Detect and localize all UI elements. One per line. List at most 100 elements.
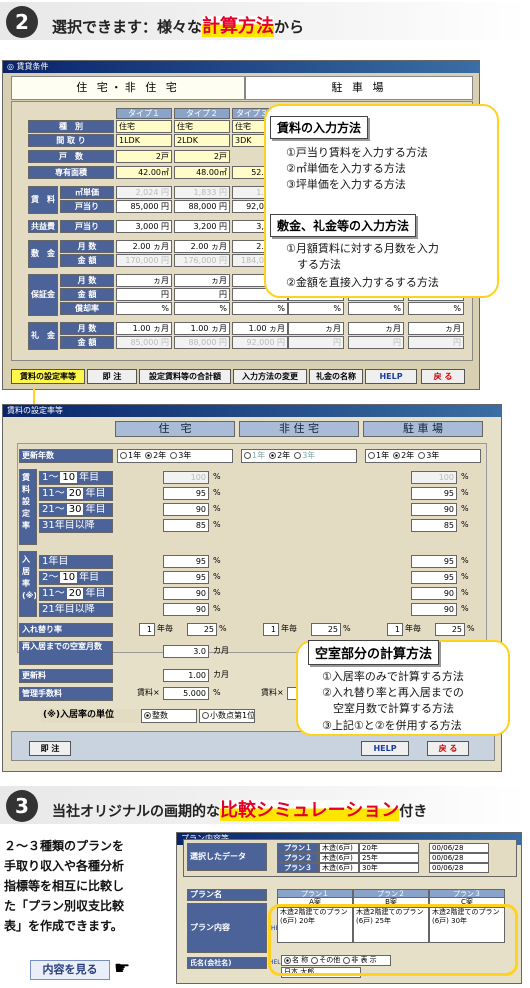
button-total[interactable]: 設定賃料等の合計額	[139, 369, 231, 384]
cell-deposit-amount[interactable]: 170,000 円	[116, 254, 172, 267]
turnover-rate-input[interactable]: 25	[311, 623, 341, 636]
radio-icon[interactable]	[144, 712, 151, 719]
cell-key-money-amount[interactable]: 85,000 円	[116, 336, 172, 349]
year-input[interactable]: 10	[60, 572, 78, 583]
unit-radio-option[interactable]: 小数点第1位	[199, 709, 255, 723]
cell-guarantee-months[interactable]: ヵ月	[116, 274, 172, 287]
cell-deposit-amount[interactable]: 176,000 円	[174, 254, 230, 267]
plan-years[interactable]: 25年	[359, 853, 419, 863]
plan-years[interactable]: 20年	[359, 843, 419, 853]
cell-key-money-amount[interactable]: 円	[348, 336, 404, 349]
plan-structure[interactable]: 木造(6戸)	[319, 853, 359, 863]
radio-icon[interactable]	[170, 452, 178, 459]
cell-common-fee[interactable]: 3,200 円	[174, 220, 230, 233]
radio-icon[interactable]	[244, 452, 251, 459]
renewal-radio[interactable]: 2年	[145, 451, 166, 460]
renewal-radio[interactable]: 2年	[393, 451, 414, 460]
cell-amortization-rate[interactable]: %	[174, 302, 230, 315]
cell-rent-unit[interactable]: 88,000 円	[174, 200, 230, 213]
renewal-fee-input[interactable]: 1.00	[163, 669, 209, 682]
renewal-radio[interactable]: 1年	[244, 451, 265, 460]
note-button[interactable]: 即 注	[29, 741, 71, 756]
cell-key-money-amount[interactable]: 円	[288, 336, 344, 349]
plan-structure[interactable]: 木造(6戸)	[319, 863, 359, 873]
turnover-years-input[interactable]: 1	[387, 623, 403, 636]
cell-key-money-months[interactable]: ヵ月	[288, 322, 344, 335]
cell-rent-sqm[interactable]: 1,833 円	[174, 186, 230, 199]
reentry-months-input[interactable]: 3.0	[163, 645, 209, 658]
rent-rate-input[interactable]: 90	[411, 503, 457, 516]
turnover-rate-input[interactable]: 25	[435, 623, 465, 636]
button-rent-settings[interactable]: 賃料の設定率等	[11, 369, 85, 384]
cell-guarantee-months[interactable]: ヵ月	[174, 274, 230, 287]
radio-icon[interactable]	[145, 452, 153, 459]
cell-types[interactable]: 住宅	[116, 120, 172, 133]
radio-icon[interactable]	[202, 712, 209, 719]
occupancy-rate-input[interactable]: 95	[411, 555, 457, 568]
renewal-radio[interactable]: 1年	[120, 451, 141, 460]
year-input[interactable]: 20	[66, 588, 84, 599]
plan-years[interactable]: 30年	[359, 863, 419, 873]
renewal-radio-group[interactable]: 1年 2年 3年	[365, 449, 481, 463]
rent-rate-input[interactable]: 100	[411, 471, 457, 484]
cell-deposit-months[interactable]: 2.00 ヵ月	[174, 240, 230, 253]
rent-rate-input[interactable]: 100	[163, 471, 209, 484]
rent-rate-input[interactable]: 95	[411, 487, 457, 500]
radio-icon[interactable]	[269, 452, 277, 459]
turnover-years-input[interactable]: 1	[139, 623, 155, 636]
help-button[interactable]: HELP	[361, 741, 409, 756]
cell-madori[interactable]: 1LDK	[116, 134, 172, 147]
view-content-button[interactable]: 内容を見る ☛	[30, 958, 158, 982]
mgmt-fee-input[interactable]: 5.000	[163, 687, 209, 700]
cell-amortization-rate[interactable]: %	[288, 302, 344, 315]
cell-amortization-rate[interactable]: %	[348, 302, 404, 315]
cell-amortization-rate[interactable]: %	[232, 302, 288, 315]
plan-structure[interactable]: 木造(6戸)	[319, 843, 359, 853]
unit-radio-option[interactable]: 整数	[141, 709, 197, 723]
button-note[interactable]: 即 注	[87, 369, 137, 384]
cell-amortization-rate[interactable]: %	[116, 302, 172, 315]
radio-icon[interactable]	[368, 452, 375, 459]
cell-madori[interactable]: 2LDK	[174, 134, 230, 147]
renewal-radio[interactable]: 1年	[368, 451, 389, 460]
year-input[interactable]: 30	[66, 504, 84, 515]
cell-key-money-amount[interactable]: 88,000 円	[174, 336, 230, 349]
cell-key-money-months[interactable]: ヵ月	[408, 322, 464, 335]
cell-area[interactable]: 48.00㎡	[174, 166, 230, 179]
occupancy-rate-input[interactable]: 90	[163, 603, 209, 616]
year-input[interactable]: 20	[66, 488, 84, 499]
cell-rent-sqm[interactable]: 2,024 円	[116, 186, 172, 199]
rent-rate-input[interactable]: 85	[411, 519, 457, 532]
rent-rate-input[interactable]: 85	[163, 519, 209, 532]
tab-residential[interactable]: 住 宅・非 住 宅	[11, 76, 245, 100]
occupancy-rate-input[interactable]: 90	[411, 587, 457, 600]
occupancy-rate-input[interactable]: 95	[163, 571, 209, 584]
button-key-money-name[interactable]: 礼金の名称	[309, 369, 363, 384]
button-change-input[interactable]: 入力方法の変更	[233, 369, 307, 384]
turnover-years-input[interactable]: 1	[263, 623, 279, 636]
radio-icon[interactable]	[120, 452, 127, 459]
cell-amortization-rate[interactable]: %	[408, 302, 464, 315]
plan-date[interactable]: 00/06/28	[429, 843, 489, 853]
occupancy-rate-input[interactable]: 90	[163, 587, 209, 600]
cell-guarantee-amount[interactable]: 円	[116, 288, 172, 301]
cell-area[interactable]: 42.00㎡	[116, 166, 172, 179]
cell-rent-unit[interactable]: 85,000 円	[116, 200, 172, 213]
cell-key-money-months[interactable]: ヵ月	[348, 322, 404, 335]
renewal-radio[interactable]: 3年	[418, 451, 439, 460]
occupancy-rate-input[interactable]: 95	[163, 555, 209, 568]
turnover-rate-input[interactable]: 25	[187, 623, 217, 636]
cell-guarantee-amount[interactable]: 円	[174, 288, 230, 301]
cell-key-money-months[interactable]: 1.00 ヵ月	[116, 322, 172, 335]
cell-key-money-months[interactable]: 1.00 ヵ月	[232, 322, 288, 335]
cell-units[interactable]: 2戸	[174, 150, 230, 163]
renewal-radio[interactable]: 3年	[294, 451, 315, 460]
back-button[interactable]: 戻 る	[427, 741, 469, 756]
occupancy-rate-input[interactable]: 95	[411, 571, 457, 584]
cell-units[interactable]: 2戸	[116, 150, 172, 163]
rent-rate-input[interactable]: 95	[163, 487, 209, 500]
cell-key-money-months[interactable]: 1.00 ヵ月	[174, 322, 230, 335]
button-back[interactable]: 戻 る	[421, 369, 465, 384]
plan-date[interactable]: 00/06/28	[429, 853, 489, 863]
radio-icon[interactable]	[393, 452, 401, 459]
